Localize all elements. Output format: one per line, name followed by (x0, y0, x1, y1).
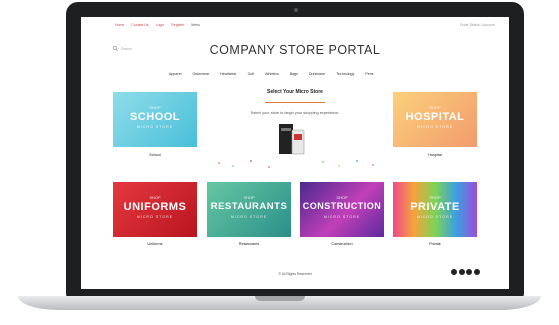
tile-shop-label: SHOP (149, 105, 161, 110)
page-title: COMPANY STORE PORTAL (209, 43, 381, 57)
store-tile-hospital[interactable]: SHOP HOSPITAL MICRO STORE (393, 92, 477, 147)
tile-name: SCHOOL (129, 111, 181, 123)
twitter-icon[interactable] (458, 269, 465, 275)
tile-name: HOSPITAL (405, 111, 465, 123)
facebook-icon[interactable] (451, 269, 457, 275)
store-tile-school[interactable]: SHOP SCHOOL MICRO STORE (113, 92, 197, 147)
tile-shop-label: SHOP (243, 195, 255, 200)
tile-micro-label: MICRO STORE (136, 125, 174, 129)
tile-name: CONSTRUCTION (302, 201, 382, 211)
nav-item-pens[interactable]: Pens (365, 72, 373, 76)
tile-micro-label: MICRO STORE (416, 125, 454, 129)
home-link[interactable]: Home (115, 23, 124, 27)
store-tile-construction[interactable]: SHOP CONSTRUCTION MICRO STORE (300, 182, 384, 237)
screen: Home Contact Us Login Register Menu Orde… (81, 17, 509, 289)
decorative-dots (218, 160, 374, 168)
tile-caption-school[interactable]: School (113, 153, 197, 157)
top-links: Home Contact Us Login Register Menu (115, 23, 200, 27)
account-link[interactable]: Order Status / Account (460, 23, 495, 27)
nav-item-apparel[interactable]: Apparel (169, 72, 181, 76)
footer-copyright: © All Rights Reserved (278, 272, 312, 276)
tile-name: UNIFORMS (123, 201, 187, 213)
tile-caption-restaurants[interactable]: Restaurants (207, 242, 291, 246)
nav-item-technology[interactable]: Technology (336, 72, 354, 76)
nav-item-golf[interactable]: Golf (248, 72, 255, 76)
nav-item-outerwear[interactable]: Outerwear (192, 72, 209, 76)
contact-link[interactable]: Contact Us (131, 23, 148, 27)
tile-shop-label: SHOP (429, 195, 441, 200)
tile-caption-uniforms[interactable]: Uniforms (113, 242, 197, 246)
nav-item-drinkware[interactable]: Drinkware (309, 72, 325, 76)
register-link[interactable]: Register (171, 23, 184, 27)
tile-caption-private[interactable]: Private (393, 242, 477, 246)
tile-micro-label: MICRO STORE (136, 215, 174, 219)
login-link[interactable]: Login (156, 23, 165, 27)
tile-micro-label: MICRO STORE (323, 215, 361, 219)
main-nav: Apparel Outerwear Headwear Golf Athletic… (169, 72, 374, 76)
laptop-notch (255, 296, 305, 301)
laptop-frame: Home Contact Us Login Register Menu Orde… (0, 0, 559, 325)
nav-item-athletics[interactable]: Athletics (265, 72, 279, 76)
tile-shop-label: SHOP (429, 105, 441, 110)
instagram-icon[interactable] (466, 269, 472, 275)
tile-micro-label: MICRO STORE (230, 215, 268, 219)
store-tile-restaurants[interactable]: SHOP RESTAURANTS MICRO STORE (207, 182, 291, 237)
tile-name: RESTAURANTS (210, 201, 288, 212)
product-image (279, 124, 305, 155)
tile-shop-label: SHOP (149, 195, 161, 200)
tile-caption-construction[interactable]: Construction (300, 242, 384, 246)
nav-item-headwear[interactable]: Headwear (220, 72, 236, 76)
store-tile-private[interactable]: SHOP PRIVATE MICRO STORE (393, 182, 477, 237)
title-underline (265, 102, 325, 103)
top-bar: Home Contact Us Login Register Menu Orde… (81, 17, 509, 31)
webcam (294, 8, 298, 12)
store-tile-uniforms[interactable]: SHOP UNIFORMS MICRO STORE (113, 182, 197, 237)
menu-link[interactable]: Menu (191, 23, 200, 27)
tile-shop-label: SHOP (336, 195, 348, 200)
nav-item-bags[interactable]: Bags (290, 72, 298, 76)
linkedin-icon[interactable] (473, 269, 480, 275)
tile-micro-label: MICRO STORE (416, 215, 454, 219)
tile-name: PRIVATE (410, 201, 460, 213)
tile-caption-hospital[interactable]: Hospital (393, 153, 477, 157)
social-links (451, 269, 480, 275)
